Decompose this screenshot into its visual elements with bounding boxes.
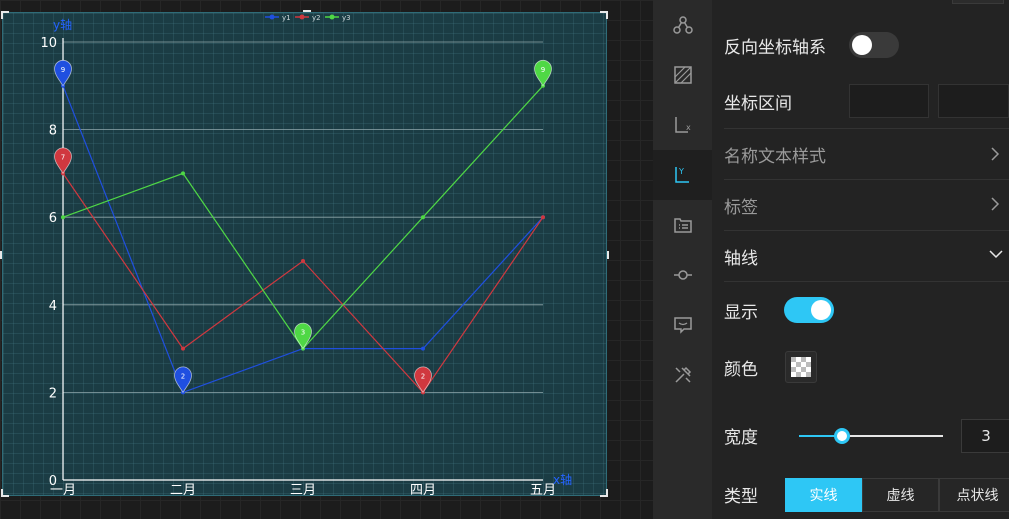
canvas-area[interactable]: 0 2 4 6 8 10 一月 二月 三月 四月 五月 y轴 x轴 y1 y2 y3 9 2 7 2 3 9 bbox=[0, 0, 653, 519]
tools-icon bbox=[674, 366, 691, 383]
line-chart: 0246810一月 二月 三月 四月 五月y轴x轴y1 y2 y3927239 bbox=[40, 14, 572, 497]
y-tick-label: 4 bbox=[49, 299, 57, 314]
marker-label: 9 bbox=[541, 66, 545, 74]
reverse-axis-label: 反向坐标轴系 bbox=[724, 37, 826, 58]
color-row: 颜色 bbox=[724, 349, 1009, 385]
divider bbox=[724, 281, 1009, 282]
legend-swatch-dot bbox=[299, 14, 305, 20]
x-tick-label: 三月 bbox=[290, 483, 316, 497]
marker-label: 9 bbox=[61, 66, 65, 74]
property-tab-rail: x Y bbox=[653, 0, 712, 519]
resize-handle-bottom-left[interactable] bbox=[1, 489, 9, 497]
x-tick-label: 四月 bbox=[410, 483, 436, 497]
data-point-y1 bbox=[421, 346, 425, 351]
width-number-input[interactable]: 3 bbox=[961, 419, 1009, 453]
x-tick-label: 一月 bbox=[50, 483, 76, 497]
color-label: 颜色 bbox=[724, 359, 758, 380]
color-picker[interactable] bbox=[785, 351, 817, 383]
data-point-y3 bbox=[61, 215, 65, 220]
tick-label-label: 标签 bbox=[724, 197, 758, 218]
type-option-dashed[interactable]: 虚线 bbox=[862, 478, 939, 512]
tab-tools[interactable] bbox=[653, 350, 712, 400]
y-tick-label: 2 bbox=[49, 386, 57, 401]
x-axis-name: x轴 bbox=[553, 472, 572, 487]
divider bbox=[724, 128, 1009, 129]
x-axis-icon: x bbox=[674, 117, 691, 133]
reverse-axis-toggle[interactable] bbox=[849, 32, 899, 58]
divider bbox=[724, 179, 1009, 180]
range-max-input[interactable] bbox=[938, 84, 1009, 118]
type-option-solid[interactable]: 实线 bbox=[785, 478, 862, 512]
nodes-icon bbox=[672, 16, 693, 34]
type-option-dotted[interactable]: 点状线 bbox=[939, 478, 1009, 512]
resize-handle-top-left[interactable] bbox=[1, 11, 9, 19]
legend-label: y2 bbox=[312, 14, 321, 22]
show-label: 显示 bbox=[724, 302, 758, 323]
axis-line-label: 轴线 bbox=[724, 248, 758, 269]
marker-label: 7 bbox=[61, 153, 65, 161]
tooltip-icon bbox=[673, 317, 692, 334]
x-tick-label: 二月 bbox=[170, 483, 196, 497]
legend-swatch-dot bbox=[329, 14, 335, 20]
y-axis-property-panel: 反向坐标轴系 坐标区间 名称文本样式 标签 轴线 显示 颜色 宽度 3 类型 实… bbox=[712, 0, 1009, 519]
name-style-row[interactable]: 名称文本样式 bbox=[724, 136, 1009, 172]
tab-nodes[interactable] bbox=[653, 0, 712, 50]
width-label: 宽度 bbox=[724, 427, 758, 448]
chevron-down-icon[interactable] bbox=[988, 248, 1004, 260]
resize-handle-right[interactable] bbox=[607, 251, 609, 259]
resize-handle-top[interactable] bbox=[303, 10, 311, 12]
toggle-knob bbox=[811, 300, 831, 320]
data-point-y3 bbox=[181, 171, 185, 176]
marker-label: 3 bbox=[301, 329, 305, 337]
tab-x-axis[interactable]: x bbox=[653, 100, 712, 150]
line-node-icon bbox=[673, 270, 692, 280]
toggle-knob bbox=[852, 35, 872, 55]
marker-label: 2 bbox=[181, 372, 185, 380]
name-style-label: 名称文本样式 bbox=[724, 146, 826, 167]
pattern-icon bbox=[673, 66, 692, 84]
data-point-y2 bbox=[541, 215, 545, 220]
show-toggle[interactable] bbox=[784, 297, 834, 323]
divider bbox=[724, 230, 1009, 231]
tab-tooltip[interactable] bbox=[653, 300, 712, 350]
data-point-y2 bbox=[181, 346, 185, 351]
transparent-swatch-icon bbox=[791, 357, 811, 377]
top-input-stub[interactable] bbox=[952, 0, 1004, 4]
resize-handle-top-right[interactable] bbox=[600, 11, 608, 19]
y-tick-label: 8 bbox=[49, 124, 57, 139]
legend-label: y1 bbox=[282, 14, 291, 22]
chevron-right-icon[interactable] bbox=[989, 146, 1001, 162]
axis-line-row[interactable]: 轴线 bbox=[724, 238, 1009, 274]
list-icon bbox=[673, 218, 692, 233]
tab-line-node[interactable] bbox=[653, 250, 712, 300]
type-label: 类型 bbox=[724, 486, 758, 507]
tab-y-axis[interactable]: Y bbox=[653, 150, 712, 200]
resize-handle-bottom-right[interactable] bbox=[600, 489, 608, 497]
tab-pattern[interactable] bbox=[653, 50, 712, 100]
data-point-y3 bbox=[421, 215, 425, 220]
range-min-input[interactable] bbox=[849, 84, 929, 118]
y-axis-icon: Y bbox=[674, 167, 689, 183]
chevron-right-icon[interactable] bbox=[989, 196, 1001, 212]
y-tick-label: 10 bbox=[40, 36, 57, 51]
series-line-y2 bbox=[62, 173, 544, 394]
y-axis-name: y轴 bbox=[53, 17, 72, 32]
resize-handle-left[interactable] bbox=[0, 251, 2, 259]
data-point-y2 bbox=[301, 259, 305, 263]
range-label: 坐标区间 bbox=[724, 93, 792, 114]
show-row: 显示 bbox=[724, 292, 1009, 328]
tab-list[interactable] bbox=[653, 200, 712, 250]
svg-text:x: x bbox=[686, 123, 691, 132]
app-root: 0 2 4 6 8 10 一月 二月 三月 四月 五月 y轴 x轴 y1 y2 y3 9 2 7 2 3 9 bbox=[0, 0, 1009, 519]
legend-label: y3 bbox=[342, 14, 351, 22]
marker-label: 2 bbox=[421, 372, 425, 380]
legend-swatch-dot bbox=[269, 14, 275, 20]
chart-widget[interactable]: 0 2 4 6 8 10 一月 二月 三月 四月 五月 y轴 x轴 y1 y2 y3 9 2 7 2 3 9 bbox=[0, 10, 609, 497]
svg-text:Y: Y bbox=[678, 167, 684, 176]
tick-label-row[interactable]: 标签 bbox=[724, 187, 1009, 223]
y-tick-label: 6 bbox=[49, 211, 57, 226]
